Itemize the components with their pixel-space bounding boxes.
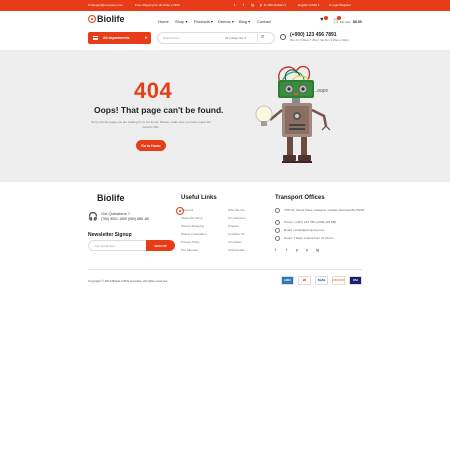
error-code: 404 [134, 78, 173, 103]
oops-caption: ...oops [313, 88, 329, 94]
twitter-icon[interactable]: t [275, 247, 276, 252]
footer-link[interactable]: Innovation [228, 240, 242, 244]
office-email[interactable]: Email: contact@company.com [284, 228, 374, 232]
nav-products[interactable]: Products ▾ [194, 19, 213, 24]
footer-link[interactable]: About Our Shop [181, 216, 203, 220]
nav-demos[interactable]: Demos ▾ [218, 19, 234, 24]
nav-shop[interactable]: Shop ▾ [175, 19, 187, 24]
language-label: English (USD) [298, 3, 318, 7]
search-icon[interactable]: ⌕ [261, 34, 264, 41]
departments-label: All departments [103, 36, 130, 40]
footer-link[interactable]: Secure Shopping [181, 224, 204, 228]
menu-icon [93, 36, 98, 40]
instagram-icon[interactable]: ig [251, 2, 254, 7]
got-questions-label: Got Questions ? [101, 211, 130, 216]
robot-illustration [255, 65, 331, 163]
newsletter-email-input[interactable]: Your email here... [88, 240, 146, 251]
compare-badge [324, 16, 328, 20]
nav-products-label: Products [194, 19, 210, 24]
footer-link[interactable]: Contacts Us [228, 232, 244, 236]
clock-icon [275, 236, 280, 241]
paypal-icon: PayPal [315, 276, 328, 285]
nav-contact[interactable]: Contact [257, 19, 271, 24]
nav-shop-label: Shop [175, 19, 185, 24]
footer-phone-numbers[interactable]: (700) 9001-1909 (900) 689 -66 [101, 217, 149, 221]
top-bar: ✉ Elegant@company.com Free Shipping for … [0, 0, 450, 11]
footer-divider [88, 269, 362, 270]
category-label: All Categories [225, 36, 244, 40]
search-input[interactable]: Search here... [163, 36, 182, 40]
topbar-email[interactable]: ✉ Elegant@company.com [88, 3, 123, 7]
support-phone[interactable]: (+900) 123 456 7891 [290, 32, 337, 38]
newsletter-title: Newsletter Signup [88, 232, 132, 238]
office-phone[interactable]: Phone: (+067) 234 789 (+068) 222 888 [284, 220, 374, 224]
footer-link[interactable]: Delivery infomation [181, 232, 207, 236]
footer-link[interactable]: Our Sitemap [181, 248, 198, 252]
all-departments-button[interactable]: All departments ▾ [88, 32, 151, 44]
chevron-down-icon: ▾ [144, 35, 147, 40]
visa-icon: VISA [349, 276, 362, 285]
error-description: Sorry, but the page you are looking for … [91, 120, 211, 129]
currency-label: $ USD (Dollar) [264, 3, 284, 7]
category-select[interactable]: All Categories ▾ [225, 36, 246, 40]
footer-link[interactable]: About Us [181, 208, 193, 212]
footer-link[interactable]: Our Services [228, 216, 245, 220]
support-hours: Mon-Fri: 8:30am-7:30pm; Sat-Sun: 9:30am-… [290, 39, 349, 42]
newsletter-signup-button[interactable]: SIGN UP [146, 240, 175, 251]
error-section: 404 Oops! That page can't be found. Sorr… [0, 50, 450, 182]
nav-home[interactable]: Home [158, 19, 169, 24]
pinterest-icon[interactable]: p [296, 247, 298, 252]
nav-blog-label: Blog [239, 19, 248, 24]
transport-offices-title: Transport Offices [275, 195, 325, 201]
twitter-icon[interactable]: t [234, 2, 235, 7]
footer-link[interactable]: Testimonials [228, 248, 245, 252]
phone-icon [275, 220, 280, 225]
account-label: Login/Register [331, 3, 352, 7]
account-link[interactable]: ● Login/Register [329, 3, 351, 7]
go-home-button[interactable]: Go to Home [136, 140, 166, 151]
office-address: 7563 St. Vicent Place, Glasgow, Greater … [284, 208, 365, 212]
search-divider [257, 35, 258, 41]
cart-total[interactable]: $0.00 [353, 20, 362, 24]
search-bar: Search here... All Categories ▾ ⌕ [157, 32, 275, 44]
error-title: Oops! That page can't be found. [94, 105, 224, 115]
facebook-icon[interactable]: f [243, 2, 244, 7]
headset-icon: 🎧 [88, 212, 98, 221]
language-select[interactable]: English (USD) ▾ [298, 3, 319, 7]
office-hours: Hours: 7 Days a week from 10:00 am [284, 236, 334, 240]
mastercard-icon: MC [298, 276, 311, 285]
site-logo[interactable]: Biolife [88, 14, 125, 24]
mail-icon [275, 228, 280, 233]
instagram-icon[interactable]: ig [316, 247, 319, 252]
topbar-promo: Free Shipping for all Order of $99 [135, 3, 180, 7]
location-icon [275, 208, 280, 213]
logo-text: Biolife [97, 14, 125, 24]
logo-icon [88, 15, 96, 23]
footer-link[interactable]: Projects [228, 224, 239, 228]
footer-logo-text: Biolife [97, 193, 125, 203]
footer-logo[interactable]: Biolife [88, 193, 184, 215]
phone-icon [280, 34, 286, 40]
nav-blog[interactable]: Blog ▾ [239, 19, 250, 24]
footer-link[interactable]: Who We Are [228, 208, 245, 212]
amex-icon: AMEX [281, 276, 294, 285]
pinterest-icon[interactable]: p [260, 2, 262, 7]
facebook-icon[interactable]: f [286, 247, 287, 252]
nav-demos-label: Demos [218, 19, 231, 24]
cart-label[interactable]: My Cart [340, 20, 351, 24]
useful-links-title: Useful Links [181, 195, 217, 201]
discover-icon: DISCOVER [332, 276, 345, 285]
topbar-email-text: Elegant@company.com [91, 3, 124, 7]
footer-link[interactable]: Privacy Policy [181, 240, 200, 244]
youtube-icon[interactable]: y [306, 247, 308, 252]
copyright: Copyright © 2019 Biolife HTML template. … [88, 279, 168, 283]
currency-select[interactable]: $ USD (Dollar) ▾ [264, 3, 286, 7]
